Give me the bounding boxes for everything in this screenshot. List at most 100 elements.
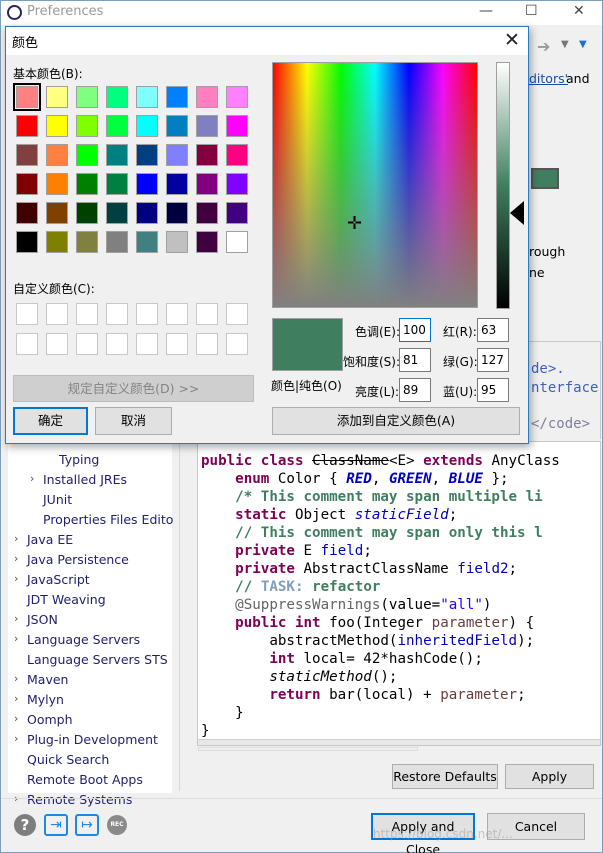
- basic-color-swatch[interactable]: [16, 202, 38, 224]
- tree-item[interactable]: Typing: [59, 452, 99, 467]
- add-to-custom-colors-button[interactable]: 添加到自定义颜色(A): [272, 407, 520, 435]
- basic-color-swatch[interactable]: [106, 231, 128, 253]
- basic-color-swatch[interactable]: [76, 173, 98, 195]
- tree-item[interactable]: JDT Weaving: [27, 592, 106, 607]
- tree-item[interactable]: › Installed JREs: [30, 472, 127, 487]
- tree-expand-icon[interactable]: ›: [14, 692, 18, 705]
- custom-color-swatch[interactable]: [226, 303, 248, 325]
- basic-color-swatch[interactable]: [226, 231, 248, 253]
- basic-color-swatch[interactable]: [196, 231, 218, 253]
- basic-color-swatch[interactable]: [166, 144, 188, 166]
- help-icon[interactable]: ?: [14, 814, 36, 836]
- basic-color-swatch[interactable]: [166, 231, 188, 253]
- tree-item[interactable]: › Maven: [14, 672, 68, 687]
- tree-item[interactable]: Remote Boot Apps: [27, 772, 143, 787]
- basic-color-swatch[interactable]: [136, 115, 158, 137]
- basic-color-swatch[interactable]: [106, 115, 128, 137]
- close-icon[interactable]: ✕: [504, 29, 520, 51]
- basic-color-swatch[interactable]: [196, 86, 218, 108]
- code-scroll-thumb[interactable]: [198, 747, 418, 751]
- custom-color-swatch[interactable]: [136, 333, 158, 355]
- ok-button[interactable]: 确定: [13, 407, 88, 435]
- horizontal-scrollbar[interactable]: [198, 739, 600, 745]
- tree-expand-icon[interactable]: ›: [14, 552, 18, 565]
- basic-color-swatch[interactable]: [106, 173, 128, 195]
- basic-color-swatch[interactable]: [76, 115, 98, 137]
- basic-color-swatch[interactable]: [46, 173, 68, 195]
- custom-color-swatch[interactable]: [46, 333, 68, 355]
- luminance-arrow-icon[interactable]: [510, 201, 524, 225]
- custom-color-swatch[interactable]: [16, 303, 38, 325]
- tree-item[interactable]: › Java Persistence: [14, 552, 129, 567]
- menu-down-icon[interactable]: ▼: [579, 39, 587, 50]
- basic-color-swatch[interactable]: [226, 202, 248, 224]
- basic-color-swatch[interactable]: [106, 86, 128, 108]
- tree-expand-icon[interactable]: ›: [14, 632, 18, 645]
- basic-color-swatch[interactable]: [106, 202, 128, 224]
- basic-color-swatch[interactable]: [106, 144, 128, 166]
- luminance-slider[interactable]: [496, 62, 510, 309]
- basic-color-swatch[interactable]: [136, 86, 158, 108]
- luminance-input[interactable]: 89: [399, 378, 431, 402]
- tree-item[interactable]: › Oomph: [14, 712, 73, 727]
- tree-item[interactable]: ›Remote Systems: [14, 792, 132, 807]
- basic-color-swatch[interactable]: [76, 144, 98, 166]
- basic-color-swatch[interactable]: [16, 115, 38, 137]
- basic-color-swatch[interactable]: [76, 202, 98, 224]
- tree-item[interactable]: Properties Files Edito: [43, 512, 173, 527]
- red-input[interactable]: 63: [477, 318, 509, 342]
- chevron-down-icon[interactable]: ▼: [561, 39, 569, 50]
- basic-color-swatch[interactable]: [226, 144, 248, 166]
- basic-color-swatch[interactable]: [136, 202, 158, 224]
- color-preview-button[interactable]: [531, 168, 559, 189]
- tree-expand-icon[interactable]: ›: [14, 732, 18, 745]
- basic-color-swatch[interactable]: [196, 173, 218, 195]
- custom-color-swatch[interactable]: [136, 303, 158, 325]
- apply-button[interactable]: Apply: [505, 764, 594, 789]
- close-icon[interactable]: ✕: [573, 3, 585, 19]
- custom-color-swatch[interactable]: [76, 303, 98, 325]
- basic-color-swatch[interactable]: [76, 86, 98, 108]
- tree-expand-icon[interactable]: ›: [14, 572, 18, 585]
- restore-defaults-button[interactable]: Restore Defaults: [392, 764, 498, 789]
- custom-color-swatch[interactable]: [196, 333, 218, 355]
- tree-expand-icon[interactable]: ›: [14, 672, 18, 685]
- tree-item[interactable]: › Plug-in Development: [14, 732, 158, 747]
- import-icon[interactable]: ⇥: [44, 814, 68, 836]
- dialog-cancel-button[interactable]: 取消: [95, 407, 172, 435]
- basic-color-swatch[interactable]: [166, 173, 188, 195]
- maximize-icon[interactable]: ☐: [525, 3, 538, 19]
- custom-color-swatch[interactable]: [106, 303, 128, 325]
- record-icon[interactable]: REC: [107, 815, 127, 835]
- tree-item[interactable]: › Mylyn: [14, 692, 64, 707]
- custom-color-swatch[interactable]: [166, 333, 188, 355]
- basic-color-swatch[interactable]: [46, 144, 68, 166]
- basic-color-swatch[interactable]: [136, 231, 158, 253]
- basic-color-swatch[interactable]: [46, 86, 68, 108]
- tree-item[interactable]: › JSON: [14, 612, 58, 627]
- custom-color-swatch[interactable]: [76, 333, 98, 355]
- basic-color-swatch[interactable]: [13, 83, 41, 111]
- export-icon[interactable]: ↦: [75, 814, 99, 836]
- basic-color-swatch[interactable]: [16, 144, 38, 166]
- basic-color-swatch[interactable]: [136, 173, 158, 195]
- basic-color-swatch[interactable]: [196, 202, 218, 224]
- editors-link[interactable]: ditors': [529, 71, 568, 86]
- custom-color-swatch[interactable]: [16, 333, 38, 355]
- custom-color-swatch[interactable]: [166, 303, 188, 325]
- custom-color-swatch[interactable]: [196, 303, 218, 325]
- basic-color-swatch[interactable]: [166, 115, 188, 137]
- tree-item[interactable]: › JavaScript: [14, 572, 90, 587]
- green-input[interactable]: 127: [477, 348, 509, 372]
- basic-color-swatch[interactable]: [196, 115, 218, 137]
- tree-expand-icon[interactable]: ›: [14, 712, 18, 725]
- custom-color-swatch[interactable]: [46, 303, 68, 325]
- color-spectrum[interactable]: [272, 62, 478, 308]
- tree-expand-icon[interactable]: ›: [14, 612, 18, 625]
- basic-color-swatch[interactable]: [76, 231, 98, 253]
- basic-color-swatch[interactable]: [166, 86, 188, 108]
- custom-color-swatch[interactable]: [226, 333, 248, 355]
- tree-item[interactable]: Language Servers STS: [27, 652, 168, 667]
- basic-color-swatch[interactable]: [16, 173, 38, 195]
- basic-color-swatch[interactable]: [226, 86, 248, 108]
